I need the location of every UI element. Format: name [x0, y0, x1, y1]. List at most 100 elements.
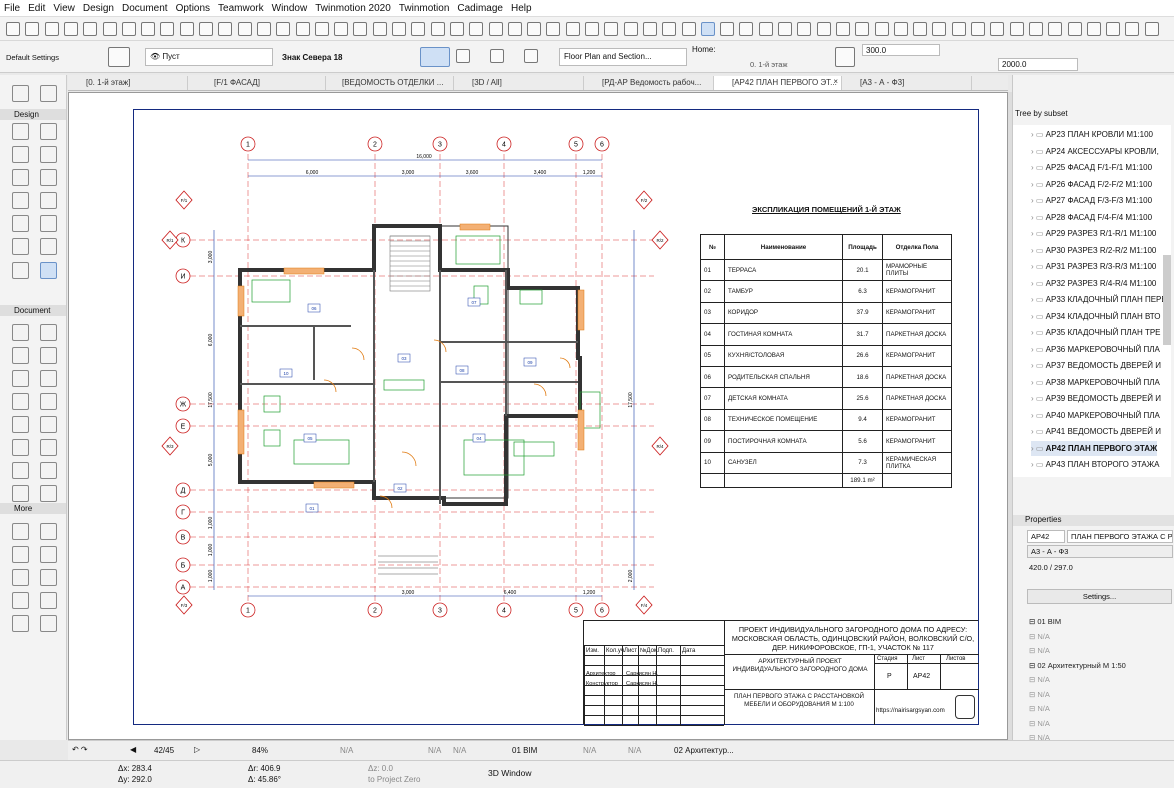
layer-select[interactable]: 👁 Пуст: [145, 48, 273, 66]
toolbar-icon[interactable]: [893, 22, 908, 36]
tree-item[interactable]: › ▭ АР23 ПЛАН КРОВЛИ М1:100: [1031, 127, 1153, 142]
property-row[interactable]: ⊟ N/A: [1029, 690, 1050, 699]
tree-item[interactable]: › ▭ АР32 РАЗРЕЗ R/4-R/4 М1:100: [1031, 276, 1156, 291]
opening-tool-icon[interactable]: [12, 485, 29, 502]
toolbar-icon[interactable]: [951, 22, 966, 36]
toolbar-icon[interactable]: [758, 22, 773, 36]
toolbar-icon[interactable]: [488, 22, 503, 36]
window-tool-icon[interactable]: [12, 439, 29, 456]
zoom-value[interactable]: 84%: [252, 746, 268, 755]
toolbar-icon[interactable]: [565, 22, 580, 36]
toolbar-icon[interactable]: [160, 22, 175, 36]
pen-set[interactable]: N/A: [583, 746, 596, 755]
design-section[interactable]: Design: [0, 109, 66, 120]
curtain-wall-tool-icon[interactable]: [12, 215, 29, 232]
toolbar-icon[interactable]: [392, 22, 406, 36]
tree-item[interactable]: › ▭ АР35 КЛАДОЧНЫЙ ПЛАН ТРЕ: [1031, 325, 1161, 340]
floor-plan-view-icon[interactable]: [420, 47, 450, 67]
menu-item[interactable]: Edit: [28, 3, 45, 14]
toolbar-icon[interactable]: [1144, 22, 1159, 36]
toolbar-icon[interactable]: [179, 22, 194, 36]
line-tool-icon[interactable]: [12, 370, 29, 387]
tree-item[interactable]: › ▭ АР30 РАЗРЕЗ R/2-R/2 М1:100: [1031, 243, 1156, 258]
label-tool-icon[interactable]: [12, 347, 29, 364]
arrow-tool-icon[interactable]: [12, 85, 29, 102]
object-icon[interactable]: [108, 47, 130, 67]
toolbar-icon[interactable]: [1067, 22, 1082, 36]
tab-work-docs[interactable]: [РД-АР Ведомость рабоч...: [584, 76, 714, 90]
menu-item[interactable]: Help: [511, 3, 532, 14]
menu-item[interactable]: Options: [176, 3, 210, 14]
tree-item[interactable]: › ▭ АР41 ВЕДОМОСТЬ ДВЕРЕЙ И: [1031, 424, 1161, 439]
menu-item[interactable]: Teamwork: [218, 3, 264, 14]
tree-item[interactable]: › ▭ АР27 ФАСАД F/3-F/3 М1:100: [1031, 193, 1152, 208]
delta-angle[interactable]: Δ: 45.86°: [248, 775, 281, 784]
toolbar-icon[interactable]: [835, 22, 850, 36]
text-tool-icon[interactable]: [40, 324, 57, 341]
toolbar-icon[interactable]: [276, 22, 291, 36]
3d-window-button[interactable]: 3D Window: [488, 768, 531, 778]
status-na[interactable]: N/A: [428, 746, 441, 755]
property-row[interactable]: ⊟ 02 Архитектурный М 1:50: [1029, 661, 1126, 670]
toolbar-icon[interactable]: [411, 22, 426, 36]
property-row[interactable]: ⊟ N/A: [1029, 704, 1050, 713]
level-tool-icon[interactable]: [12, 324, 29, 341]
toolbar-icon[interactable]: [604, 22, 619, 36]
toolbar-icon[interactable]: [623, 22, 638, 36]
next-page-icon[interactable]: ▷: [194, 745, 200, 754]
undo-zoom-icon[interactable]: ↶ ↷: [72, 745, 88, 754]
toolbar-icon[interactable]: [1028, 22, 1043, 36]
mesh-tool-icon[interactable]: [40, 192, 57, 209]
toolbar-icon[interactable]: [527, 22, 542, 36]
layout-name-field[interactable]: ПЛАН ПЕРВОГО ЭТАЖА С РАС: [1067, 530, 1173, 543]
toolbar-icon[interactable]: [199, 22, 213, 36]
marker-name[interactable]: Знак Севера 18: [282, 53, 342, 62]
slab-tool-icon[interactable]: [40, 146, 57, 163]
property-row[interactable]: ⊟ N/A: [1029, 632, 1050, 641]
drawing-tool-icon[interactable]: [40, 393, 57, 410]
elevation-marker-icon[interactable]: [835, 47, 855, 67]
toolbar-icon[interactable]: [913, 22, 928, 36]
menu-item[interactable]: Window: [272, 3, 308, 14]
door-tool-icon[interactable]: [40, 439, 57, 456]
toolbar-icon[interactable]: [102, 22, 117, 36]
document-section[interactable]: Document: [0, 305, 66, 316]
settings-button[interactable]: Settings...: [1027, 589, 1172, 604]
toolbar-icon[interactable]: [256, 22, 271, 36]
tree-item[interactable]: › ▭ АР25 ФАСАД F/1-F/1 М1:100: [1031, 160, 1152, 175]
toolbar-icon[interactable]: [990, 22, 1005, 36]
tree-item[interactable]: › ▭ АР26 ФАСАД F/2-F/2 М1:100: [1031, 177, 1152, 192]
roof-tool-icon[interactable]: [12, 169, 29, 186]
toolbar-icon[interactable]: [1086, 22, 1101, 36]
tree-item[interactable]: › ▭ АР34 КЛАДОЧНЫЙ ПЛАН ВТО: [1031, 309, 1161, 324]
toolbar-icon[interactable]: [700, 22, 715, 36]
default-settings-label[interactable]: Default Settings: [6, 53, 59, 62]
tab-layout-ar42[interactable]: [АР42 ПЛАН ПЕРВОГО ЭТ... ×: [714, 76, 842, 90]
lamp-tool-icon[interactable]: [40, 462, 57, 479]
column-tool-icon[interactable]: [12, 569, 29, 586]
toolbar-icon[interactable]: [662, 22, 677, 36]
toolbar-icon[interactable]: [720, 22, 735, 36]
toolbar-icon[interactable]: [63, 22, 78, 36]
property-row[interactable]: ⊟ N/A: [1029, 646, 1050, 655]
layout-canvas[interactable]: 1 1 2 2 3 3 4 4 5 5 6 6 К И Ж Е Д Г В Б А 16,000 6,000 3,000 3,6…: [68, 92, 1008, 740]
menu-item[interactable]: Design: [83, 3, 114, 14]
toolbar-icon[interactable]: [1106, 22, 1121, 36]
delta-r[interactable]: Δr: 406.9: [248, 764, 280, 773]
layout-id-field[interactable]: АР42: [1027, 530, 1065, 543]
status-na[interactable]: N/A: [340, 746, 353, 755]
layer-combination[interactable]: 01 BIM: [512, 746, 537, 755]
slab-tool-icon[interactable]: [12, 592, 29, 609]
toolbar-icon[interactable]: [816, 22, 831, 36]
wall-tool-icon[interactable]: [40, 546, 57, 563]
toolbar-icon[interactable]: [585, 22, 599, 36]
zone-tool-icon[interactable]: [40, 238, 57, 255]
wall-tool-icon[interactable]: [12, 123, 29, 140]
more-section[interactable]: More: [0, 503, 66, 514]
stair-tool-icon[interactable]: [12, 615, 29, 632]
toolbar-icon[interactable]: [778, 22, 792, 36]
skylight-tool-icon[interactable]: [12, 462, 29, 479]
delta-x[interactable]: Δx: 283.4: [118, 764, 152, 773]
toolbar-icon[interactable]: [1125, 22, 1140, 36]
section-icon[interactable]: [490, 49, 504, 63]
